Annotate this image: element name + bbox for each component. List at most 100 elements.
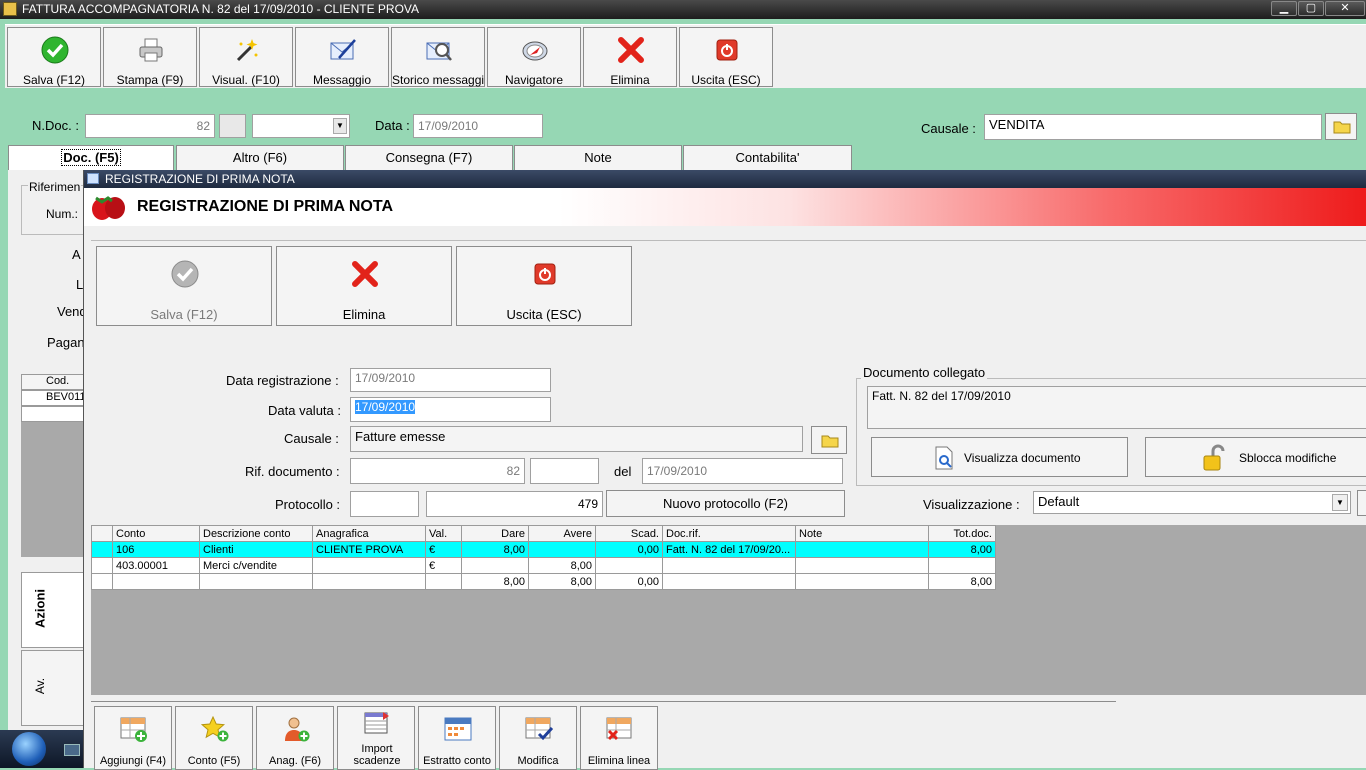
dialog-exit-button[interactable]: Uscita (ESC) bbox=[456, 246, 632, 326]
grid-cell[interactable]: 0,00 bbox=[595, 541, 663, 558]
grid-cell[interactable]: 106 bbox=[112, 541, 200, 558]
close-window-button[interactable]: ✕ bbox=[1325, 1, 1365, 16]
grid-cell[interactable]: € bbox=[425, 557, 462, 574]
estratto-conto-button[interactable]: Estratto conto bbox=[418, 706, 496, 770]
conto-button[interactable]: Conto (F5) bbox=[175, 706, 253, 770]
grid-cell[interactable] bbox=[112, 573, 200, 590]
grid-header[interactable]: Conto Descrizione conto Anagrafica Val. Dare… bbox=[91, 525, 996, 542]
rif-documento-suffix-field[interactable] bbox=[530, 458, 599, 484]
dialog-delete-button[interactable]: Elimina bbox=[276, 246, 452, 326]
grid-cell[interactable]: 8,00 bbox=[928, 573, 996, 590]
column-header[interactable]: Descrizione conto bbox=[199, 525, 313, 542]
table-row[interactable]: 106 Clienti CLIENTE PROVA €8,00 0,00 Fatt. N.… bbox=[91, 541, 996, 558]
print-button[interactable]: Stampa (F9) bbox=[103, 27, 197, 87]
grid-cell[interactable]: CLIENTE PROVA bbox=[312, 541, 426, 558]
causale-field[interactable]: VENDITA bbox=[984, 114, 1322, 140]
navigator-button[interactable]: Navigatore bbox=[487, 27, 581, 87]
grid-cell[interactable]: 8,00 bbox=[461, 541, 529, 558]
nuovo-protocollo-button[interactable]: Nuovo protocollo (F2) bbox=[606, 490, 845, 517]
column-header[interactable]: Anagrafica bbox=[312, 525, 426, 542]
grid-cell[interactable] bbox=[461, 557, 529, 574]
column-header[interactable]: Note bbox=[795, 525, 929, 542]
grid-cell[interactable]: Merci c/vendite bbox=[199, 557, 313, 574]
grid-cell[interactable] bbox=[928, 557, 996, 574]
date-field[interactable]: 17/09/2010 bbox=[413, 114, 543, 138]
grid-cell[interactable] bbox=[795, 541, 929, 558]
row-indicator[interactable] bbox=[91, 573, 113, 590]
dialog-banner: REGISTRAZIONE DI PRIMA NOTA bbox=[84, 188, 1366, 226]
visualizza-documento-button[interactable]: Visualizza documento bbox=[871, 437, 1128, 477]
column-header[interactable]: Conto bbox=[112, 525, 200, 542]
grid-cell[interactable] bbox=[662, 557, 796, 574]
totals-row[interactable]: 8,00 8,00 0,00 8,00 bbox=[91, 573, 996, 590]
protocollo-field[interactable]: 479 bbox=[426, 491, 603, 517]
column-header[interactable]: Avere bbox=[528, 525, 596, 542]
grid-cell[interactable] bbox=[312, 573, 426, 590]
grid-cell[interactable]: Fatt. N. 82 del 17/09/20... bbox=[662, 541, 796, 558]
protocollo-prefix-field[interactable] bbox=[350, 491, 419, 517]
grid-cell[interactable] bbox=[662, 573, 796, 590]
column-header[interactable]: Scad. bbox=[595, 525, 663, 542]
grid-cell[interactable]: 8,00 bbox=[928, 541, 996, 558]
grid-cell[interactable] bbox=[795, 557, 929, 574]
grid-cell[interactable]: 8,00 bbox=[528, 557, 596, 574]
preview-button[interactable]: Visual. (F10) bbox=[199, 27, 293, 87]
data-registrazione-field[interactable]: 17/09/2010 bbox=[350, 368, 551, 392]
grid-cell[interactable]: 403.00001 bbox=[112, 557, 200, 574]
tab-altro[interactable]: Altro (F6) bbox=[176, 145, 344, 170]
grid-cell[interactable] bbox=[528, 541, 596, 558]
minimize-button[interactable]: ▁ bbox=[1271, 1, 1297, 16]
table-row[interactable]: 403.00001 Merci c/vendite €8,00 bbox=[91, 557, 996, 574]
message-button[interactable]: Messaggio bbox=[295, 27, 389, 87]
sblocca-modifiche-button[interactable]: Sblocca modifiche bbox=[1145, 437, 1366, 477]
del-date-field[interactable]: 17/09/2010 bbox=[642, 458, 843, 484]
start-orb-icon[interactable] bbox=[12, 732, 46, 766]
ndoc-series-select[interactable]: ▼ bbox=[252, 114, 350, 138]
grid-cell[interactable] bbox=[312, 557, 426, 574]
rif-documento-field[interactable]: 82 bbox=[350, 458, 525, 484]
row-indicator[interactable] bbox=[91, 525, 113, 542]
exit-button[interactable]: Uscita (ESC) bbox=[679, 27, 773, 87]
column-header[interactable]: Dare bbox=[461, 525, 529, 542]
pn-causale-field[interactable]: Fatture emesse bbox=[350, 426, 803, 452]
visualizzazione-select[interactable]: Default ▼ bbox=[1033, 491, 1351, 514]
data-valuta-field[interactable]: 17/09/2010 bbox=[350, 397, 551, 422]
grid-cell[interactable]: 8,00 bbox=[528, 573, 596, 590]
grid-cell[interactable]: € bbox=[425, 541, 462, 558]
grid-cell[interactable] bbox=[795, 573, 929, 590]
causale-browse-button[interactable] bbox=[1325, 113, 1357, 140]
vtab-av[interactable]: Av. bbox=[21, 650, 84, 726]
column-header[interactable]: Doc.rif. bbox=[662, 525, 796, 542]
star-add-icon bbox=[201, 716, 229, 742]
side-button[interactable] bbox=[1357, 490, 1366, 516]
modifica-button[interactable]: Modifica bbox=[499, 706, 577, 770]
row-indicator[interactable] bbox=[91, 557, 113, 574]
aggiungi-button[interactable]: Aggiungi (F4) bbox=[94, 706, 172, 770]
dialog-save-button[interactable]: Salva (F12) bbox=[96, 246, 272, 326]
import-scadenze-button[interactable]: Import scadenze bbox=[337, 706, 415, 770]
anagrafica-button[interactable]: Anag. (F6) bbox=[256, 706, 334, 770]
grid-cell[interactable] bbox=[425, 573, 462, 590]
column-header[interactable]: Tot.doc. bbox=[928, 525, 996, 542]
tab-contabilita[interactable]: Contabilita' bbox=[683, 145, 852, 170]
message-history-button[interactable]: Storico messaggi bbox=[391, 27, 485, 87]
grid-cell[interactable] bbox=[199, 573, 313, 590]
column-header[interactable]: Val. bbox=[425, 525, 462, 542]
tab-consegna[interactable]: Consegna (F7) bbox=[345, 145, 513, 170]
row-indicator[interactable] bbox=[91, 541, 113, 558]
save-button[interactable]: Salva (F12) bbox=[7, 27, 101, 87]
elimina-linea-button[interactable]: Elimina linea bbox=[580, 706, 658, 770]
grid-cell[interactable]: Clienti bbox=[199, 541, 313, 558]
maximize-button[interactable]: ▢ bbox=[1298, 1, 1324, 16]
pn-causale-browse-button[interactable] bbox=[811, 426, 847, 454]
vtab-azioni[interactable]: Azioni bbox=[21, 572, 84, 648]
tab-doc[interactable]: Doc. (F5) bbox=[8, 145, 174, 171]
ndoc-field[interactable]: 82 bbox=[85, 114, 215, 138]
delete-button[interactable]: Elimina bbox=[583, 27, 677, 87]
grid-cell[interactable]: 8,00 bbox=[461, 573, 529, 590]
grid-cell[interactable]: 0,00 bbox=[595, 573, 663, 590]
grid-cell[interactable] bbox=[595, 557, 663, 574]
tab-note[interactable]: Note bbox=[514, 145, 682, 170]
show-desktop-icon[interactable] bbox=[64, 744, 80, 756]
ndoc-suffix-button[interactable] bbox=[219, 114, 246, 138]
